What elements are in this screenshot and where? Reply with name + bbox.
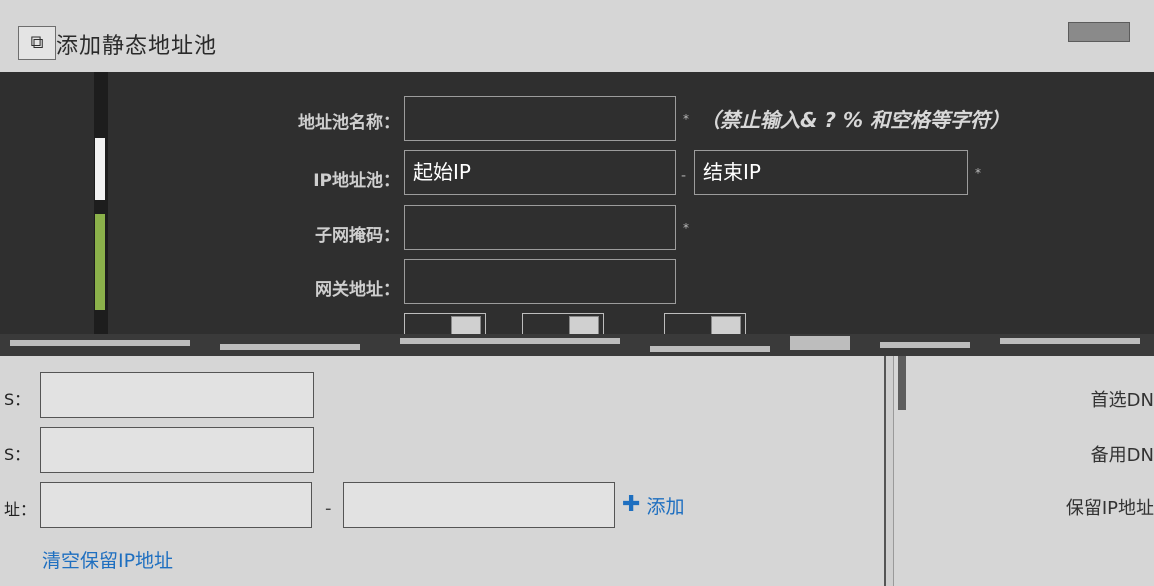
ip-range-label: IP地址池：: [313, 171, 400, 191]
pool-name-label: 地址池名称：: [298, 113, 400, 133]
pool-name-hint: （禁止输入& ? % 和空格等字符）: [700, 108, 1010, 132]
close-button[interactable]: [1068, 22, 1130, 42]
required-mark: *: [683, 112, 689, 126]
range-dash: -: [681, 168, 687, 184]
scrollbar-thumb-white[interactable]: [95, 138, 105, 200]
add-label: 添加: [646, 495, 685, 518]
required-mark: *: [683, 221, 689, 235]
end-ip-input[interactable]: 结束IP: [694, 150, 968, 195]
primary-dns-label: 首选DN: [1090, 390, 1154, 411]
reserved-ip-label: 保留IP地址: [1065, 498, 1154, 519]
dns1-label: S：: [4, 390, 31, 409]
reserve-end-input[interactable]: [343, 482, 615, 528]
title-bar: ⧉ 添加静态地址池: [0, 0, 1154, 74]
divider-scroll-thumb[interactable]: [898, 356, 906, 410]
render-artifact-strip: [0, 334, 1154, 358]
gateway-label: 网关地址：: [315, 280, 400, 300]
reserve-start-input[interactable]: [40, 482, 312, 528]
plus-icon: ✚: [622, 492, 641, 517]
start-ip-input[interactable]: 起始IP: [404, 150, 676, 195]
gateway-input[interactable]: [404, 259, 676, 304]
primary-dns-input[interactable]: [40, 372, 314, 418]
backup-dns-label: 备用DN: [1090, 445, 1154, 466]
clear-reserved-ip-link[interactable]: 清空保留IP地址: [42, 546, 173, 573]
reserve-label: 址：: [4, 500, 37, 519]
pool-name-input[interactable]: [404, 96, 676, 141]
subnet-label: 子网掩码：: [315, 226, 400, 246]
required-mark: *: [975, 166, 981, 180]
add-button[interactable]: ✚ 添加: [622, 492, 685, 518]
reserve-range-dash: -: [325, 498, 332, 519]
backup-dns-input[interactable]: [40, 427, 314, 473]
subnet-input[interactable]: [404, 205, 676, 250]
panel-divider: [884, 356, 894, 586]
dns2-label: S：: [4, 445, 31, 464]
scrollbar-thumb-green[interactable]: [95, 214, 105, 310]
network-icon: ⧉: [18, 26, 56, 60]
dialog-title: 添加静态地址池: [56, 34, 218, 59]
